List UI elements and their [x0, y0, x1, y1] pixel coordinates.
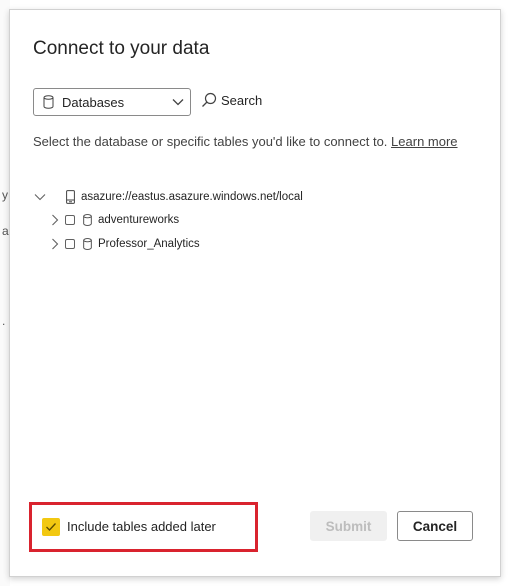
database-icon [83, 238, 92, 250]
search-button[interactable]: Search [201, 92, 262, 108]
search-icon [201, 92, 217, 108]
learn-more-link[interactable]: Learn more [391, 134, 457, 149]
source-type-value: Databases [62, 94, 125, 110]
database-icon [83, 214, 92, 226]
include-tables-label[interactable]: Include tables added later [67, 519, 216, 534]
chevron-right-icon[interactable] [51, 214, 59, 226]
chevron-right-icon[interactable] [51, 238, 59, 250]
checkmark-icon [45, 522, 57, 532]
tree-server-row[interactable]: asazure://eastus.asazure.windows.net/loc… [34, 187, 303, 207]
database-checkbox[interactable] [65, 215, 75, 225]
cancel-button[interactable]: Cancel [397, 511, 473, 541]
database-label: adventureworks [98, 214, 180, 226]
screen: y a . Connect to your data Databases Sea… [0, 0, 511, 586]
server-label: asazure://eastus.asazure.windows.net/loc… [81, 191, 303, 203]
submit-button[interactable]: Submit [310, 511, 387, 541]
database-checkbox[interactable] [65, 239, 75, 249]
background-text-fragment: . [2, 314, 6, 328]
background-text-fragment: y [2, 188, 8, 202]
chevron-down-icon [172, 98, 184, 106]
connect-dialog: Connect to your data Databases Search Se… [9, 9, 501, 577]
chevron-down-icon[interactable] [34, 193, 46, 201]
search-label: Search [221, 92, 263, 108]
dialog-title: Connect to your data [33, 38, 210, 59]
background-text-fragment: a [2, 224, 9, 238]
source-type-dropdown[interactable]: Databases [33, 88, 191, 116]
tree-database-row[interactable]: Professor_Analytics [51, 234, 200, 254]
database-icon [43, 95, 54, 109]
server-icon [66, 190, 75, 204]
database-label: Professor_Analytics [98, 238, 200, 250]
tree-database-row[interactable]: adventureworks [51, 210, 179, 230]
instructions-text: Select the database or specific tables y… [33, 132, 473, 151]
instructions-body: Select the database or specific tables y… [33, 134, 388, 149]
include-tables-checkbox[interactable] [42, 518, 60, 536]
